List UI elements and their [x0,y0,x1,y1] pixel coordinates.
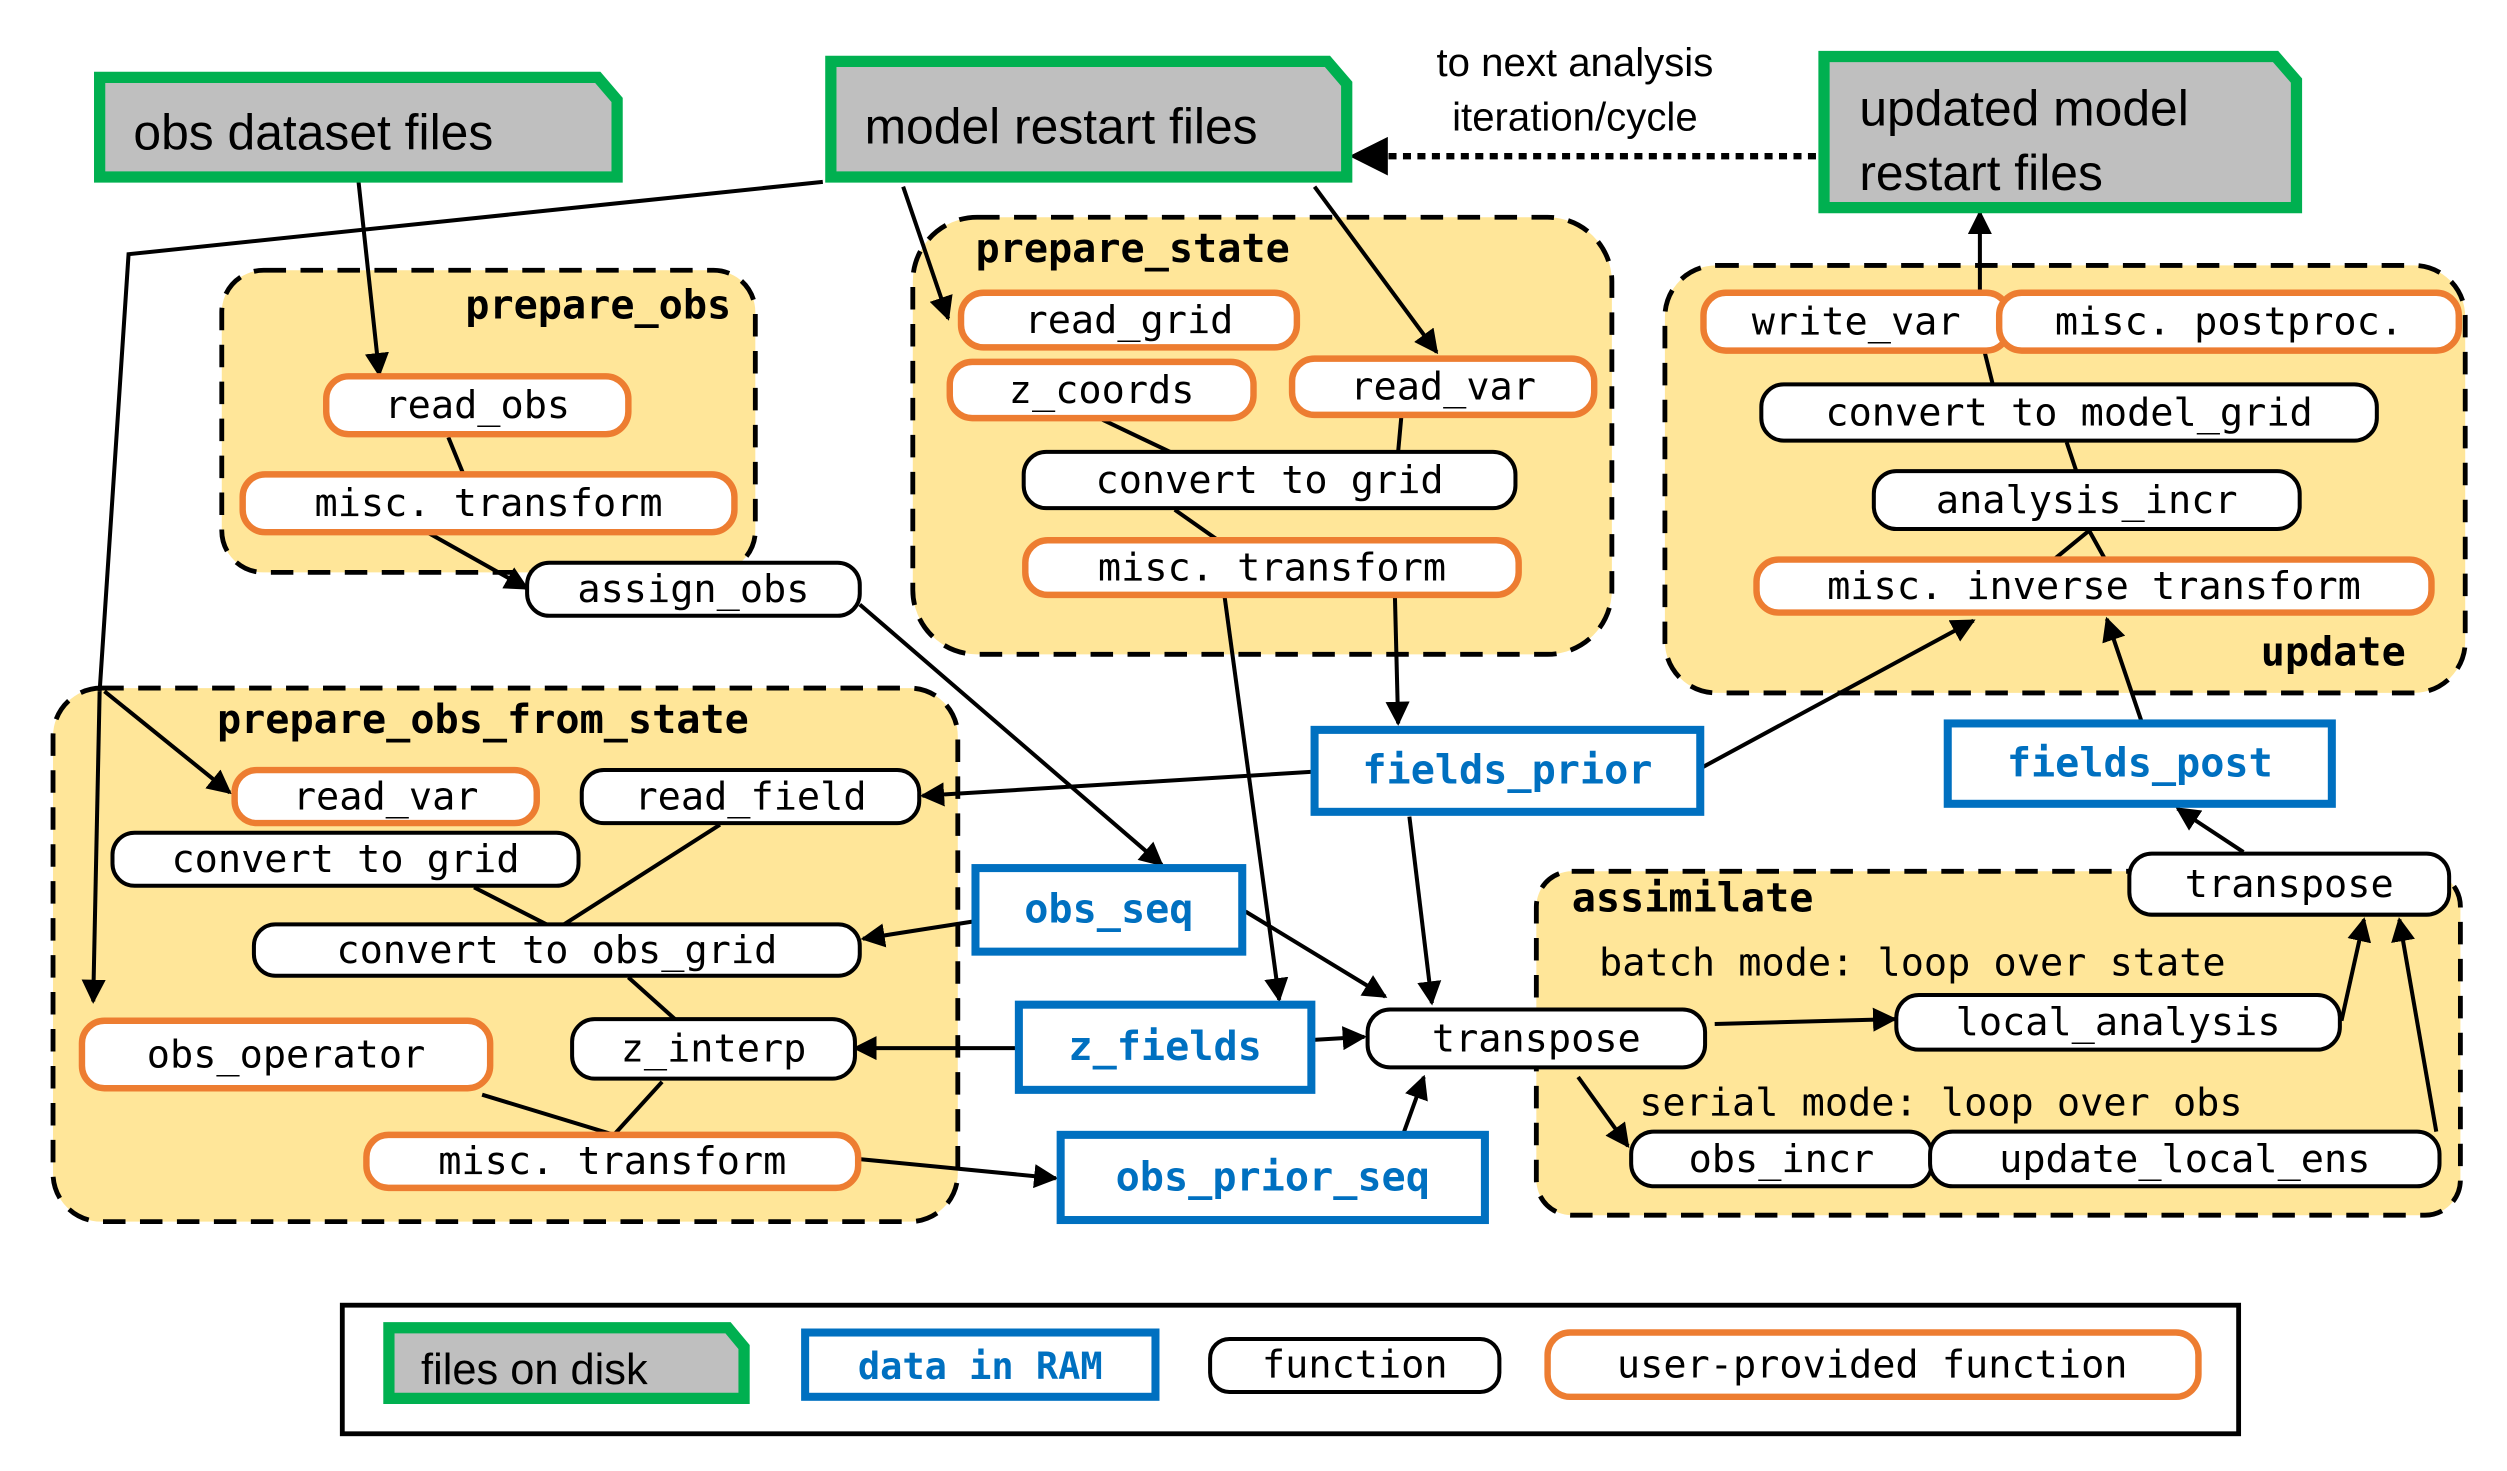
next-cycle-note-line-2: iteration/cycle [1452,94,1698,139]
node-label: z_interp [621,1027,807,1072]
function-ps-convert-to-grid[interactable]: convert to grid [1021,449,1518,511]
legend-function: function [1208,1336,1502,1394]
node-label: obs_prior_seq [1116,1154,1430,1200]
data-obs-seq[interactable]: obs_seq [971,864,1247,956]
function-z-interp[interactable]: z_interp [570,1017,857,1081]
edge-obsseq-transpose [1244,909,1388,999]
file-model-restart[interactable]: model restart files [825,55,1353,183]
file-updated-restart-label-1: updated model [1859,81,2188,137]
function-assign-obs[interactable]: assign_obs [525,560,862,618]
node-label: convert to model_grid [1825,390,2312,435]
function-read-grid[interactable]: read_grid [957,289,1301,351]
next-cycle-note-line-1: to next analysis [1437,40,1714,85]
file-updated-model-restart[interactable]: updated model restart files [1818,50,2303,214]
node-label: read_obs [384,383,570,428]
data-fields-prior[interactable]: fields_prior [1310,725,1705,816]
group-title-prepare-state: prepare_state [975,226,1289,272]
function-obs-incr[interactable]: obs_incr [1629,1129,1934,1189]
node-label: obs_seq [1024,887,1193,933]
group-title-prepare-obs-from-state: prepare_obs_from_state [217,697,749,743]
legend-files-on-disk: files on disk [383,1322,750,1405]
legend-function-label: function [1262,1343,1448,1388]
legend-data-in-ram: data in RAM [801,1328,1160,1401]
legend: files on disk data in RAM function user-… [339,1302,2242,1437]
file-model-restart-label: model restart files [865,98,1258,154]
group-title-prepare-obs: prepare_obs [465,282,731,328]
function-pofs-convert-to-grid[interactable]: convert to grid [110,830,581,888]
node-label: read_grid [1025,298,1234,343]
data-obs-prior-seq[interactable]: obs_prior_seq [1056,1130,1489,1225]
batch-mode-label: batch mode: loop over state [1599,941,2226,986]
data-fields-post[interactable]: fields_post [1943,719,2336,808]
function-misc-inverse-transform[interactable]: misc. inverse transform [1753,556,2435,616]
function-convert-to-obs-grid[interactable]: convert to obs_grid [251,922,862,978]
node-label: obs_incr [1689,1137,1875,1182]
function-read-obs[interactable]: read_obs [323,373,632,438]
legend-user-provided-function: user-provided function [1544,1329,2202,1401]
data-z-fields[interactable]: z_fields [1014,1000,1316,1094]
edge-obsprior-transpose [1401,1074,1428,1136]
node-label: z_coords [1009,368,1195,413]
function-read-field[interactable]: read_field [579,768,922,826]
workflow-diagram: prepare_obs prepare_state update prepare… [50,40,2468,1437]
legend-user-provided-function-label: user-provided function [1617,1343,2128,1388]
function-pofs-read-var[interactable]: read_var [231,766,540,827]
file-updated-restart-label-2: restart files [1859,145,2103,201]
function-obs-operator[interactable]: obs_operator [78,1017,494,1092]
serial-mode-label: serial mode: loop over obs [1639,1081,2242,1126]
function-misc-postproc[interactable]: misc. postproc. [1995,289,2463,354]
node-label: fields_prior [1362,748,1652,794]
node-label: misc. transform [314,481,662,526]
node-label: convert to grid [1096,458,1444,503]
node-label: assign_obs [577,567,809,612]
node-label: transpose [2185,862,2394,907]
node-label: misc. transform [1098,545,1446,590]
function-po-misc-transform[interactable]: misc. transform [239,471,738,536]
group-title-update: update [2261,630,2406,676]
node-label: obs_operator [147,1032,426,1077]
function-transpose-out[interactable]: transpose [2127,851,2452,917]
function-write-var[interactable]: write_var [1700,289,2013,354]
node-label: misc. transform [438,1139,786,1184]
function-analysis-incr[interactable]: analysis_incr [1871,469,2302,532]
function-transpose-in[interactable]: transpose [1365,1007,1708,1070]
node-label: z_fields [1068,1024,1261,1070]
node-label: convert to grid [171,837,519,882]
node-label: local_analysis [1956,1000,2281,1045]
function-ps-read-var[interactable]: read_var [1288,355,1598,419]
edge-fieldsprior-readfield [920,769,1315,807]
function-local-analysis[interactable]: local_analysis [1894,993,2342,1052]
function-z-coords[interactable]: z_coords [946,358,1257,422]
node-label: read_var [293,774,479,819]
node-label: convert to obs_grid [336,928,777,973]
node-label: analysis_incr [1936,478,2238,523]
function-convert-to-model-grid[interactable]: convert to model_grid [1759,382,2379,443]
node-label: misc. postproc. [2055,300,2403,345]
function-pofs-misc-transform[interactable]: misc. transform [363,1131,862,1192]
group-title-assimilate: assimilate [1572,875,1814,921]
legend-data-in-ram-label: data in RAM [858,1345,1103,1388]
function-update-local-ens[interactable]: update_local_ens [1928,1129,2442,1189]
function-ps-misc-transform[interactable]: misc. transform [1022,537,1522,599]
node-label: fields_post [2007,740,2273,786]
node-label: read_var [1350,365,1536,410]
edge-fieldsprior-transpose [1407,816,1442,1006]
edge-zfields-transpose [1311,1026,1367,1051]
node-label: transpose [1432,1016,1641,1061]
legend-files-on-disk-label: files on disk [421,1346,648,1394]
file-obs-dataset[interactable]: obs dataset files [94,71,623,183]
edge-transpose-fieldspost [2175,806,2245,854]
node-label: read_field [634,774,866,819]
node-label: update_local_ens [1999,1137,2370,1182]
node-label: write_var [1752,300,1961,345]
file-obs-dataset-label: obs dataset files [133,105,493,161]
node-label: misc. inverse transform [1827,564,2361,609]
